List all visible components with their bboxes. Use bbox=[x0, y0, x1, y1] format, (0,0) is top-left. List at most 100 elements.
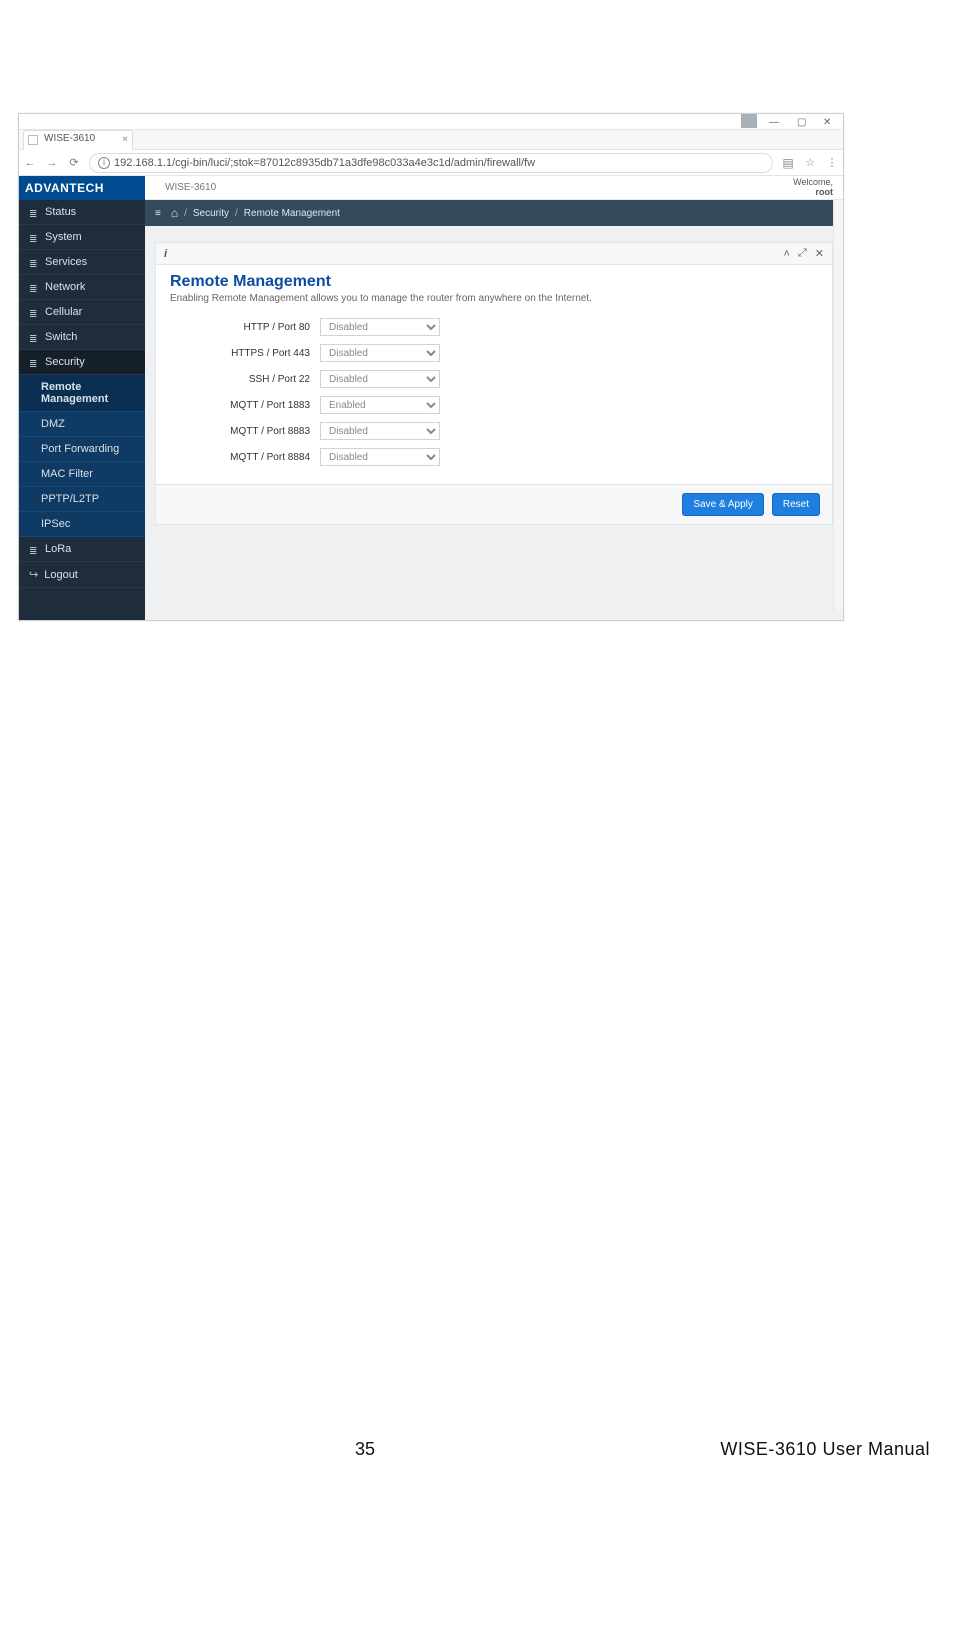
list-icon bbox=[29, 308, 39, 316]
select-mqtt-8884[interactable]: Disabled bbox=[320, 448, 440, 466]
nav-forward-icon[interactable]: → bbox=[41, 157, 63, 169]
sidebar-item-label: Services bbox=[45, 256, 87, 268]
sidebar-sub-label: IPSec bbox=[41, 518, 70, 530]
list-icon bbox=[29, 358, 39, 366]
welcome-block: Welcome, root bbox=[793, 178, 843, 197]
list-icon bbox=[29, 233, 39, 241]
breadcrumb-current: Remote Management bbox=[244, 208, 340, 219]
tab-close-icon[interactable]: × bbox=[122, 134, 128, 145]
select-ssh[interactable]: Disabled bbox=[320, 370, 440, 388]
sidebar-sub-label: MAC Filter bbox=[41, 468, 93, 480]
sidebar-item-label: LoRa bbox=[45, 543, 71, 555]
sidebar-sub-label: PPTP/L2TP bbox=[41, 493, 99, 505]
form-label: MQTT / Port 8883 bbox=[170, 426, 320, 437]
window-titlebar: — ▢ ✕ bbox=[19, 114, 843, 130]
url-text: 192.168.1.1/cgi-bin/luci/;stok=87012c893… bbox=[114, 157, 764, 169]
scrollbar[interactable] bbox=[833, 200, 843, 620]
panel-header: i ˄ ⤢ ✕ bbox=[156, 243, 832, 265]
brand-text: ADVANTECH bbox=[25, 181, 104, 195]
sidebar-sub-label: DMZ bbox=[41, 418, 65, 430]
list-icon bbox=[29, 545, 39, 553]
hamburger-icon[interactable]: ≡ bbox=[155, 208, 161, 219]
nav-back-icon[interactable]: ← bbox=[19, 157, 41, 169]
bookmark-star-icon[interactable]: ☆ bbox=[799, 156, 821, 169]
page-number: 35 bbox=[355, 1439, 375, 1460]
info-icon: i bbox=[164, 248, 167, 260]
sidebar-item-label: Cellular bbox=[45, 306, 82, 318]
sidebar-item-label: Logout bbox=[44, 569, 78, 581]
sidebar-sub-port-forwarding[interactable]: Port Forwarding bbox=[19, 437, 145, 462]
window-close-icon[interactable]: ✕ bbox=[823, 117, 833, 127]
panel-title: Remote Management bbox=[170, 273, 818, 291]
panel-close-icon[interactable]: ✕ bbox=[815, 247, 824, 260]
window-minimize-icon[interactable]: — bbox=[769, 117, 779, 127]
form-row: HTTPS / Port 443 Disabled bbox=[170, 344, 818, 362]
save-apply-button[interactable]: Save & Apply bbox=[682, 493, 763, 516]
form-row: MQTT / Port 1883 Enabled bbox=[170, 396, 818, 414]
sidebar-item-label: Security bbox=[45, 356, 85, 368]
tab-favicon-icon bbox=[28, 135, 38, 145]
select-mqtt-1883[interactable]: Enabled bbox=[320, 396, 440, 414]
window-account-icon bbox=[741, 114, 757, 128]
sidebar-item-security[interactable]: Security bbox=[19, 350, 145, 375]
browser-tab-strip: WISE-3610 × bbox=[19, 130, 843, 150]
breadcrumb-section[interactable]: Security bbox=[193, 208, 229, 219]
device-name: WISE-3610 bbox=[145, 182, 216, 193]
form-label: MQTT / Port 8884 bbox=[170, 452, 320, 463]
panel-subtitle: Enabling Remote Management allows you to… bbox=[170, 293, 818, 304]
panel-footer: Save & Apply Reset bbox=[156, 484, 832, 524]
form-label: MQTT / Port 1883 bbox=[170, 400, 320, 411]
panel-expand-icon[interactable]: ⤢ bbox=[798, 247, 807, 260]
main-area: ≡ ⌂ / Security / Remote Management i ˄ bbox=[145, 200, 843, 620]
list-icon bbox=[29, 283, 39, 291]
sidebar-item-system[interactable]: System bbox=[19, 225, 145, 250]
sidebar-sub-dmz[interactable]: DMZ bbox=[19, 412, 145, 437]
sidebar-sub-ipsec[interactable]: IPSec bbox=[19, 512, 145, 537]
home-icon[interactable]: ⌂ bbox=[171, 206, 178, 220]
tab-title: WISE-3610 bbox=[44, 133, 95, 144]
panel-collapse-icon[interactable]: ˄ bbox=[784, 248, 790, 260]
window-maximize-icon[interactable]: ▢ bbox=[797, 117, 807, 127]
breadcrumb-separator: / bbox=[184, 208, 187, 219]
app-shell: ADVANTECH WISE-3610 Welcome, root Status… bbox=[19, 176, 843, 620]
browser-toolbar: ← → ⟳ i 192.168.1.1/cgi-bin/luci/;stok=8… bbox=[19, 150, 843, 176]
sidebar-sub-label: Remote Management bbox=[41, 381, 108, 405]
sidebar-item-label: Status bbox=[45, 206, 76, 218]
document-title: WISE-3610 User Manual bbox=[720, 1439, 930, 1460]
sidebar-sub-remote-management[interactable]: Remote Management bbox=[19, 375, 145, 412]
form-row: MQTT / Port 8884 Disabled bbox=[170, 448, 818, 466]
address-bar[interactable]: i 192.168.1.1/cgi-bin/luci/;stok=87012c8… bbox=[89, 153, 773, 173]
list-icon bbox=[29, 208, 39, 216]
form-row: SSH / Port 22 Disabled bbox=[170, 370, 818, 388]
screenshot-frame: — ▢ ✕ WISE-3610 × ← → ⟳ i 192.168.1.1/cg… bbox=[18, 113, 844, 621]
site-info-icon[interactable]: i bbox=[98, 157, 110, 169]
list-icon bbox=[29, 333, 39, 341]
nav-reload-icon[interactable]: ⟳ bbox=[63, 156, 85, 169]
select-http[interactable]: Disabled bbox=[320, 318, 440, 336]
select-mqtt-8883[interactable]: Disabled bbox=[320, 422, 440, 440]
reset-button[interactable]: Reset bbox=[772, 493, 820, 516]
sidebar-item-services[interactable]: Services bbox=[19, 250, 145, 275]
sidebar-item-cellular[interactable]: Cellular bbox=[19, 300, 145, 325]
app-body: Status System Services Network Cellular … bbox=[19, 200, 843, 620]
form-label: SSH / Port 22 bbox=[170, 374, 320, 385]
sidebar-item-status[interactable]: Status bbox=[19, 200, 145, 225]
welcome-user: root bbox=[793, 188, 833, 197]
sidebar-item-network[interactable]: Network bbox=[19, 275, 145, 300]
browser-menu-icon[interactable]: ⋮ bbox=[821, 156, 843, 169]
select-https[interactable]: Disabled bbox=[320, 344, 440, 362]
sidebar-sub-mac-filter[interactable]: MAC Filter bbox=[19, 462, 145, 487]
translate-icon[interactable]: ▤ bbox=[777, 156, 799, 170]
sidebar-item-logout[interactable]: Logout bbox=[19, 562, 145, 588]
breadcrumb-separator: / bbox=[235, 208, 238, 219]
sidebar-sub-pptp-l2tp[interactable]: PPTP/L2TP bbox=[19, 487, 145, 512]
sidebar-item-lora[interactable]: LoRa bbox=[19, 537, 145, 562]
form-label: HTTP / Port 80 bbox=[170, 322, 320, 333]
browser-tab[interactable]: WISE-3610 × bbox=[23, 130, 133, 150]
brand-logo: ADVANTECH bbox=[19, 176, 145, 200]
sidebar-item-label: System bbox=[45, 231, 82, 243]
form-row: HTTP / Port 80 Disabled bbox=[170, 318, 818, 336]
sidebar-item-switch[interactable]: Switch bbox=[19, 325, 145, 350]
app-header: ADVANTECH WISE-3610 Welcome, root bbox=[19, 176, 843, 200]
list-icon bbox=[29, 258, 39, 266]
